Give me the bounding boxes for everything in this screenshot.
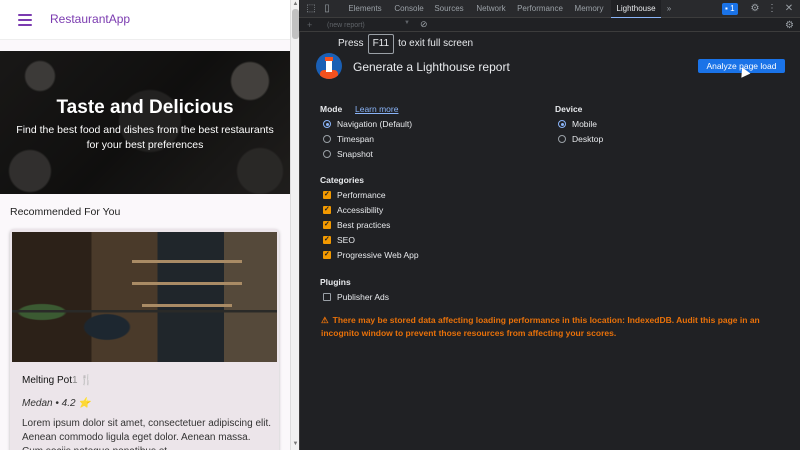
mode-option-snapshot[interactable]: Snapshot [323, 148, 373, 160]
tab-sources[interactable]: Sources [430, 0, 468, 18]
warning-text: There may be stored data affecting loadi… [321, 315, 760, 338]
storage-warning: ⚠ There may be stored data affecting load… [321, 314, 761, 339]
categories-heading: Categories [320, 175, 364, 185]
inspect-element-icon[interactable]: ⬚ [305, 3, 317, 15]
app-scrollbar[interactable]: ▲ ▼ [290, 0, 299, 450]
checkbox-best-practices[interactable] [323, 219, 331, 231]
device-option-mobile[interactable]: Mobile [558, 118, 597, 130]
category-seo[interactable]: SEO [323, 234, 355, 246]
category-label: Progressive Web App [337, 250, 419, 260]
restaurant-city: Medan [22, 398, 53, 409]
radio-navigation[interactable] [323, 120, 331, 128]
lighthouse-settings-icon[interactable]: ⚙ [785, 20, 794, 31]
category-label: Best practices [337, 220, 391, 230]
checkbox-accessibility[interactable] [323, 204, 331, 216]
tab-console[interactable]: Console [389, 0, 429, 18]
checkbox-pwa[interactable] [323, 249, 331, 261]
checkbox-seo[interactable] [323, 234, 331, 246]
kebab-menu-icon[interactable]: ⋮ [766, 3, 778, 15]
mode-heading: Mode [320, 104, 343, 114]
fullscreen-hint-before: Press [338, 38, 364, 49]
hero-banner: Taste and Delicious Find the best food a… [0, 51, 290, 194]
category-best-practices[interactable]: Best practices [323, 219, 390, 231]
hamburger-menu-icon[interactable] [18, 14, 32, 26]
restaurant-description: Lorem ipsum dolor sit amet, consectetuer… [22, 418, 272, 450]
restaurant-rating: 4.2 [61, 398, 76, 409]
radio-snapshot[interactable] [323, 150, 331, 158]
app-title[interactable]: RestaurantApp [50, 12, 130, 26]
devtools-tabbar: ⬚ ▯ Elements Console Sources Network Per… [299, 0, 800, 18]
category-label: Performance [337, 190, 386, 200]
restaurant-name[interactable]: Melting Pot1 🍴 [22, 375, 93, 386]
close-devtools-icon[interactable]: ✕ [783, 3, 795, 15]
category-performance[interactable]: Performance [323, 189, 386, 201]
tab-memory[interactable]: Memory [570, 0, 608, 18]
device-option-desktop[interactable]: Desktop [558, 133, 603, 145]
checkbox-performance[interactable] [323, 189, 331, 201]
recommended-heading: Recommended For You [10, 206, 121, 218]
tab-lighthouse[interactable]: Lighthouse [611, 0, 661, 18]
tab-elements[interactable]: Elements [345, 0, 385, 18]
new-report-plus-icon[interactable]: + [307, 20, 312, 30]
scroll-down-arrow-icon[interactable]: ▼ [292, 441, 299, 447]
checkbox-publisher-ads[interactable] [323, 293, 331, 301]
category-label: SEO [337, 235, 355, 245]
clear-reports-icon[interactable]: ⊘ [420, 19, 428, 30]
mode-option-label: Timespan [337, 134, 375, 144]
meta-separator: • [55, 398, 59, 409]
fullscreen-hint: Press F11 to exit full screen [338, 34, 473, 54]
more-tabs-icon[interactable]: » [663, 0, 675, 18]
plugin-publisher-ads[interactable]: Publisher Ads [323, 291, 389, 303]
scroll-up-arrow-icon[interactable]: ▲ [292, 1, 299, 7]
report-select[interactable]: (new report) [321, 20, 411, 31]
restaurant-app-viewport: RestaurantApp Taste and Delicious Find t… [0, 0, 290, 450]
restaurant-image [12, 232, 277, 362]
issues-badge[interactable]: ▪ 1 [722, 3, 738, 15]
mode-option-navigation[interactable]: Navigation (Default) [323, 118, 412, 130]
settings-gear-icon[interactable]: ⚙ [749, 3, 761, 15]
mode-option-timespan[interactable]: Timespan [323, 133, 374, 145]
radio-timespan[interactable] [323, 135, 331, 143]
restaurant-name-suffix: 1 🍴 [72, 375, 93, 386]
lighthouse-logo-icon [316, 53, 342, 79]
hero-title: Taste and Delicious [56, 97, 234, 118]
device-toolbar-icon[interactable]: ▯ [321, 3, 333, 15]
tab-network[interactable]: Network [471, 0, 511, 18]
plugins-heading: Plugins [320, 277, 351, 287]
star-icon: ⭐ [78, 398, 91, 409]
category-pwa[interactable]: Progressive Web App [323, 249, 419, 261]
category-label: Accessibility [337, 205, 384, 215]
restaurant-name-text: Melting Pot [22, 375, 73, 386]
plugin-label: Publisher Ads [337, 292, 389, 302]
device-heading: Device [555, 104, 583, 114]
tab-performance[interactable]: Performance [514, 0, 566, 18]
app-header: RestaurantApp [0, 0, 290, 40]
lighthouse-toolbar: + (new report) ▼ ⊘ ⚙ [299, 19, 800, 32]
device-option-label: Mobile [572, 119, 598, 129]
fullscreen-key: F11 [367, 34, 395, 54]
radio-desktop[interactable] [558, 135, 566, 143]
warning-icon: ⚠ [321, 315, 329, 325]
device-option-label: Desktop [572, 134, 604, 144]
devtools-left-border [299, 32, 300, 450]
app-scrollbar-thumb[interactable] [292, 9, 299, 39]
lighthouse-title: Generate a Lighthouse report [353, 60, 510, 74]
learn-more-link[interactable]: Learn more [355, 104, 398, 114]
fullscreen-hint-after: to exit full screen [398, 38, 474, 49]
restaurant-card[interactable]: Melting Pot1 🍴 Medan • 4.2 ⭐ Lorem ipsum… [10, 229, 279, 450]
chevron-down-icon[interactable]: ▼ [404, 20, 410, 26]
hero-subtitle: Find the best food and dishes from the b… [16, 124, 274, 151]
radio-mobile[interactable] [558, 120, 566, 128]
mode-option-label: Snapshot [337, 149, 373, 159]
devtools-panel: ⬚ ▯ Elements Console Sources Network Per… [299, 0, 800, 450]
restaurant-meta: Medan • 4.2 ⭐ [22, 398, 91, 409]
category-accessibility[interactable]: Accessibility [323, 204, 383, 216]
issues-count: 1 [730, 4, 735, 13]
mode-option-label: Navigation (Default) [337, 119, 413, 129]
